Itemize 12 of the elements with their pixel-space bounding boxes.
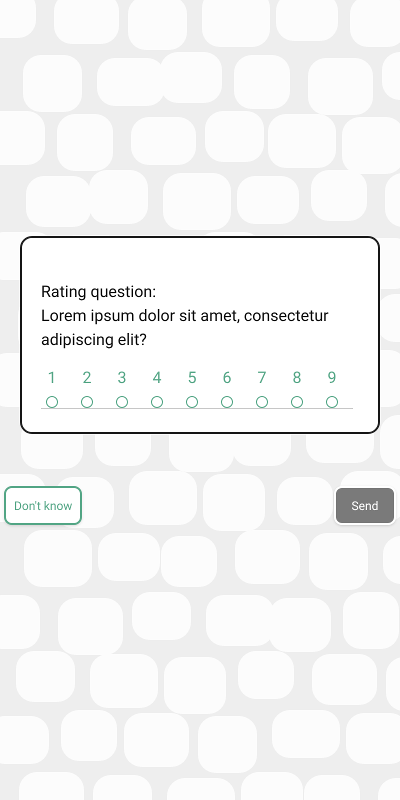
rating-option[interactable]: 2 (76, 368, 98, 408)
rating-option[interactable]: 4 (146, 368, 168, 408)
question-text: Lorem ipsum dolor sit amet, consectetur adipiscing elit? (41, 305, 330, 351)
rating-option[interactable]: 1 (41, 368, 63, 408)
rating-option[interactable]: 5 (181, 368, 203, 408)
rating-option[interactable]: 3 (111, 368, 133, 408)
dont-know-button[interactable]: Don't know (4, 486, 82, 525)
rating-option[interactable]: 9 (321, 368, 343, 408)
rating-option[interactable]: 8 (286, 368, 308, 408)
rating-option[interactable]: 6 (216, 368, 238, 408)
rating-option[interactable]: 7 (251, 368, 273, 408)
question-label: Rating question: (41, 281, 158, 303)
